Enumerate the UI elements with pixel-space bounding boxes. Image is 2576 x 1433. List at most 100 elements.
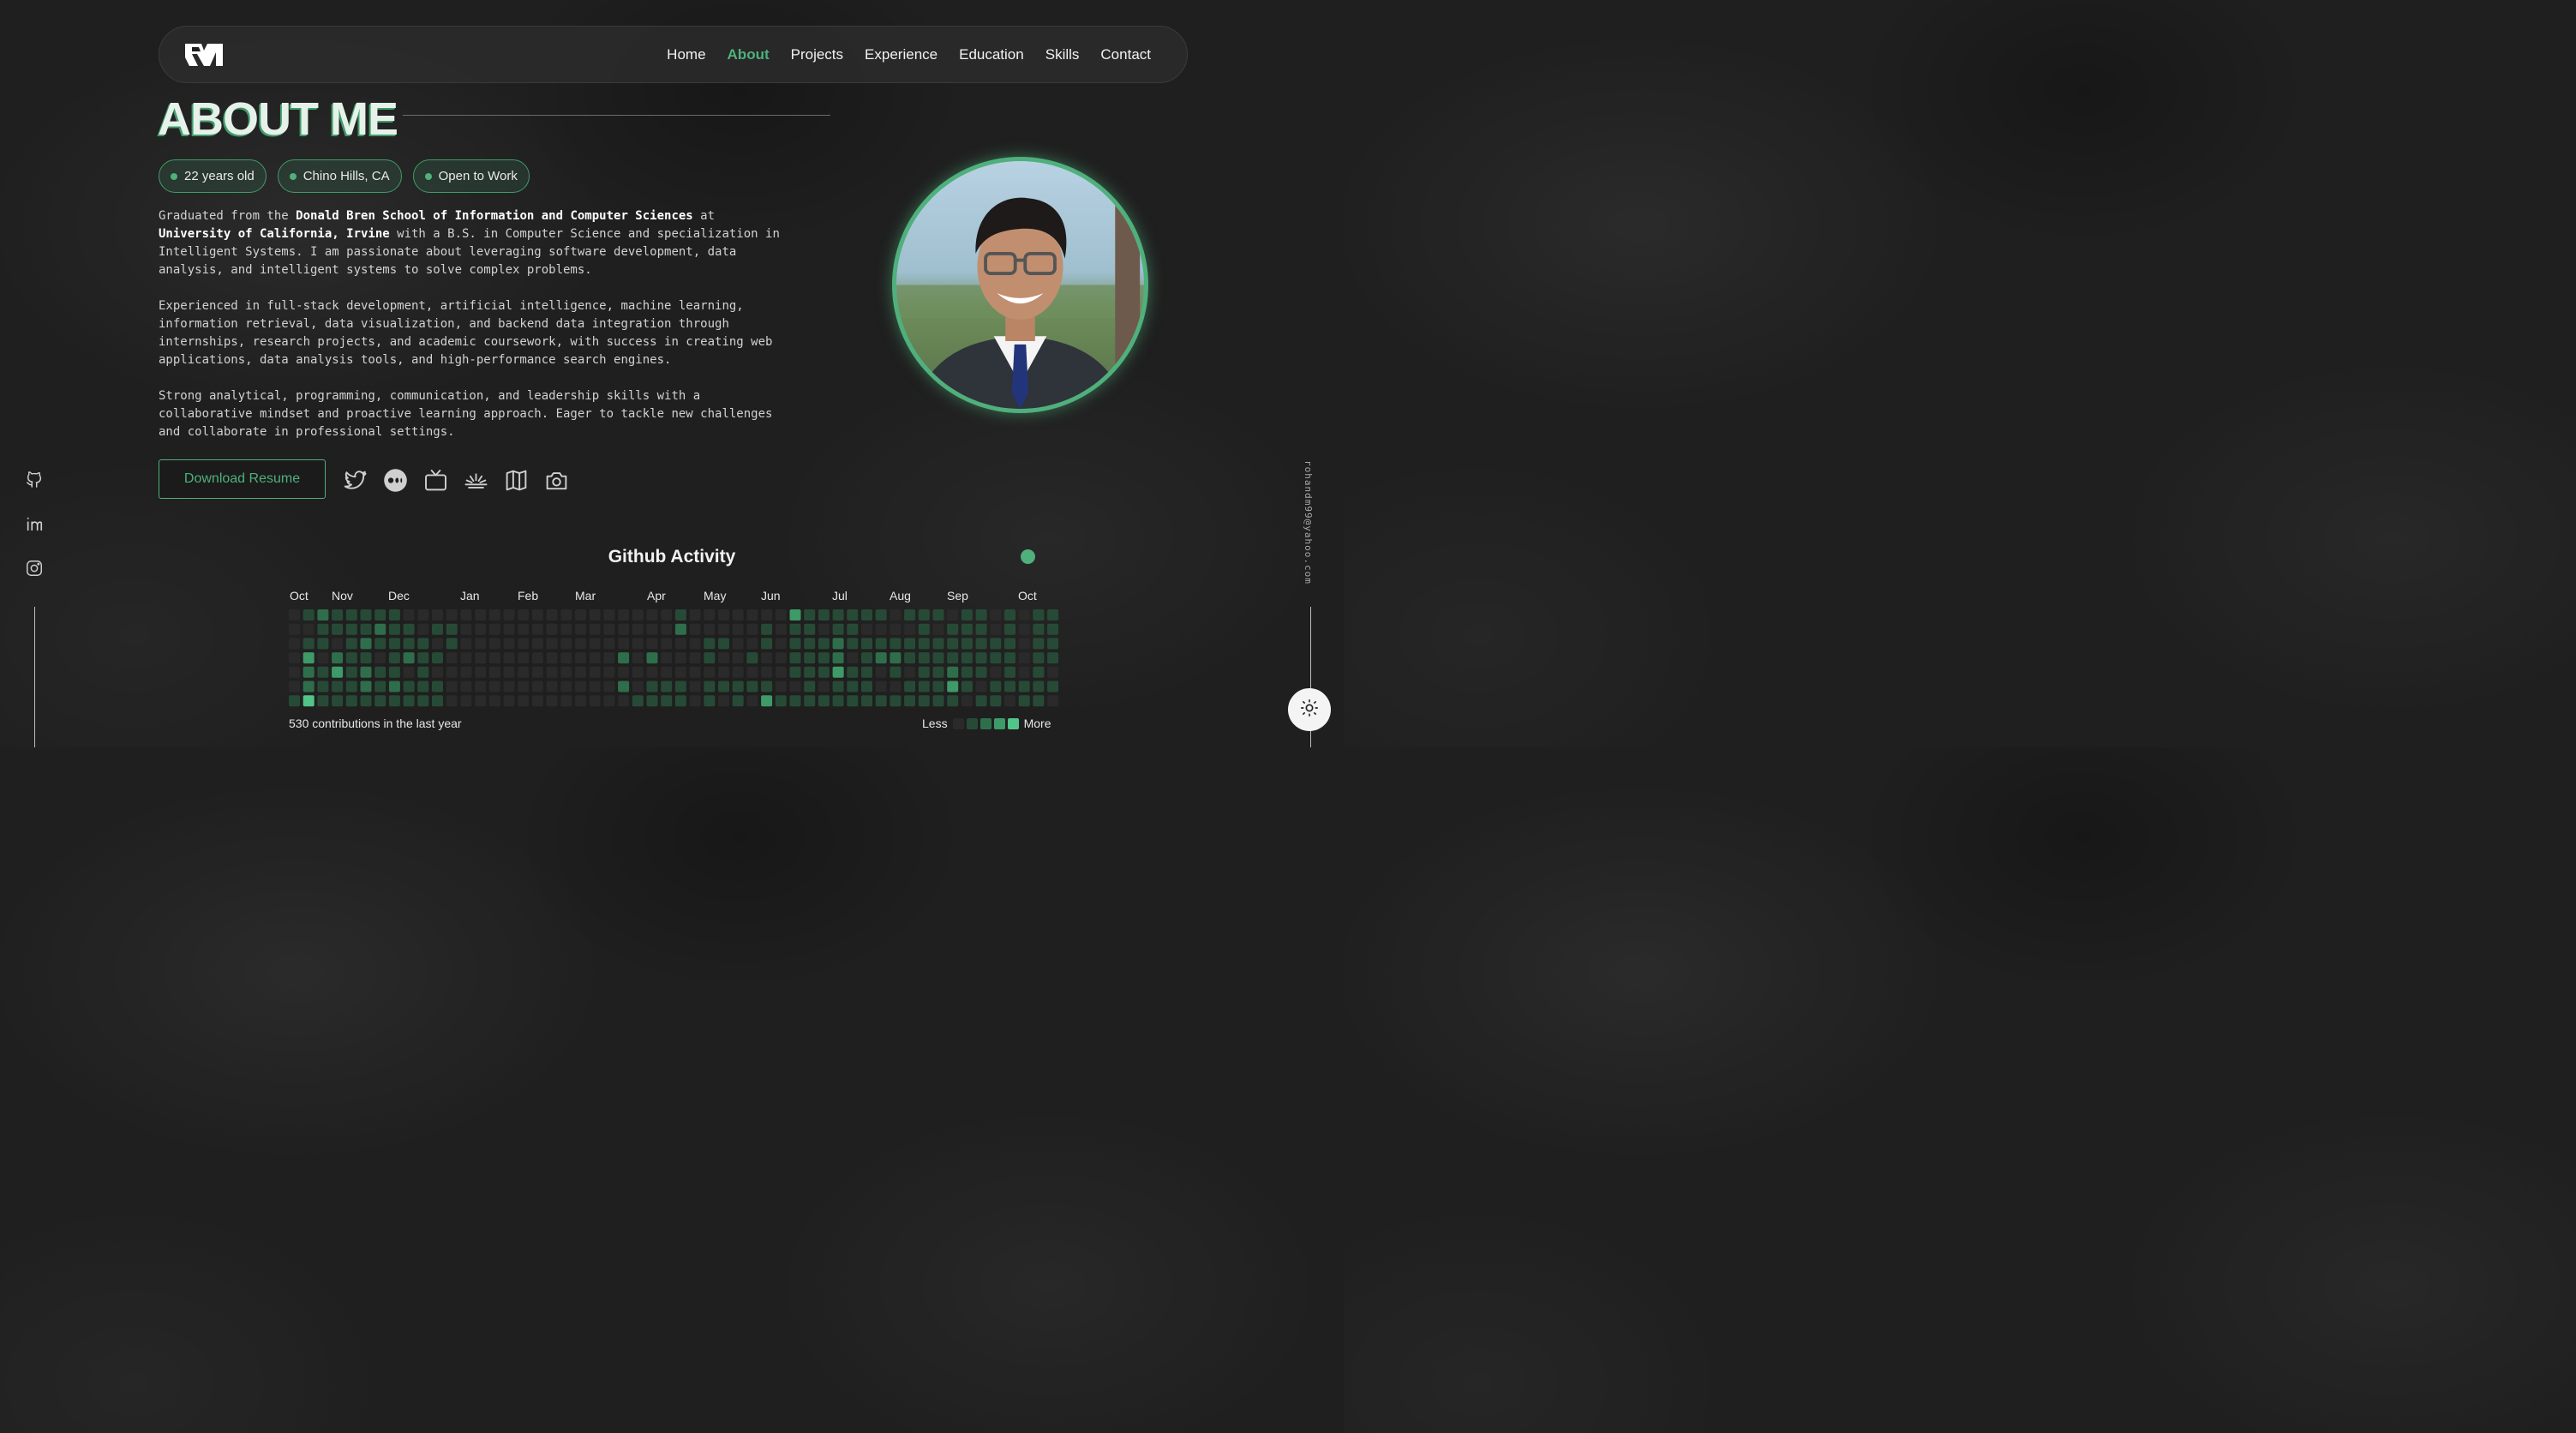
nav-experience[interactable]: Experience [865,46,938,63]
nav-education[interactable]: Education [959,46,1024,63]
rm-monogram-logo[interactable] [183,42,225,68]
contribution-cell [603,623,615,635]
linkedin-icon[interactable] [25,514,44,533]
contribution-cell [360,652,372,664]
contribution-cell [388,623,400,635]
twitter-icon[interactable] [343,468,368,493]
contribution-cell [789,638,801,650]
age-badge-label: 22 years old [184,169,255,183]
nav-skills[interactable]: Skills [1045,46,1080,63]
contribution-cell [875,652,887,664]
contribution-cell [875,666,887,678]
contribution-cell [918,609,930,621]
contribution-cell [746,638,758,650]
open-to-work-label: Open to Work [438,169,518,183]
contribution-cell [560,609,572,621]
contribution-cell [789,623,801,635]
contribution-total: 530 contributions in the last year [289,716,462,730]
map-icon[interactable] [504,468,529,493]
camera-icon[interactable] [544,468,569,493]
github-month-labels: Oct Nov Dec Jan Feb Mar Apr May Jun Jul … [0,589,1344,604]
contribution-cell [575,695,586,707]
contribution-cell [403,652,415,664]
download-resume-button[interactable]: Download Resume [159,459,326,499]
contribution-cell [861,666,872,678]
contribution-cell [317,652,329,664]
contribution-cell [1004,666,1015,678]
legend-less: Less [922,716,948,730]
contribution-cell [990,638,1002,650]
contribution-cell [918,681,930,693]
contribution-cell [689,681,701,693]
contribution-cell [718,695,729,707]
contribution-cell [560,681,572,693]
contribution-cell [589,638,601,650]
contribution-cell [990,652,1002,664]
contribution-cell [1033,666,1045,678]
medium-icon[interactable] [383,468,408,493]
contribution-cell [575,609,586,621]
contribution-cell [761,638,773,650]
contribution-cell [546,652,558,664]
contribution-cell [789,695,801,707]
contribution-cell [1018,638,1030,650]
contribution-cell [718,609,729,621]
contribution-cell [890,695,902,707]
contribution-cell [503,609,515,621]
nav-about[interactable]: About [728,46,770,63]
contribution-cell [1018,623,1030,635]
nav-home[interactable]: Home [667,46,705,63]
contribution-cell [875,695,887,707]
contribution-cell [332,695,344,707]
contribution-cell [303,638,315,650]
contribution-cell [1018,695,1030,707]
contribution-cell [832,652,844,664]
tv-icon[interactable] [423,468,448,493]
contribution-cell [446,652,458,664]
contribution-cell [818,638,830,650]
contribution-cell [360,666,372,678]
info-badges: 22 years old Chino Hills, CA Open to Wor… [159,159,530,193]
contribution-cell [345,695,357,707]
contribution-cell [1033,609,1045,621]
contribution-cell [432,609,443,621]
contribution-cell [345,623,357,635]
contribution-cell [303,623,315,635]
contribution-cell [360,623,372,635]
contribution-cell [890,638,902,650]
github-icon[interactable] [25,470,44,489]
contribution-cell [975,666,987,678]
contribution-cell [1033,652,1045,664]
contribution-cell [1004,638,1015,650]
contribution-cell [446,623,458,635]
contribution-cell [746,681,758,693]
contribution-cell [1047,666,1059,678]
contribution-cell [417,666,429,678]
contribution-cell [1033,695,1045,707]
contribution-cell [904,695,916,707]
contribution-cell [388,695,400,707]
contribution-cell [904,652,916,664]
contribution-cell [661,681,673,693]
contribution-cell [704,681,716,693]
nav-links: Home About Projects Experience Education… [667,46,1151,63]
contribution-cell [403,666,415,678]
contribution-cell [632,681,644,693]
contribution-cell [832,681,844,693]
contribution-cell [832,638,844,650]
legend-swatch [979,717,991,729]
contribution-cell [589,609,601,621]
contribution-cell [704,652,716,664]
nav-projects[interactable]: Projects [791,46,843,63]
theme-toggle-button[interactable] [1288,688,1331,731]
sunrise-icon[interactable] [464,468,488,493]
contribution-cell [503,638,515,650]
nav-contact[interactable]: Contact [1100,46,1151,63]
contribution-cell [531,681,543,693]
contribution-cell [718,681,729,693]
contribution-cell [518,666,530,678]
location-badge: Chino Hills, CA [277,159,402,193]
contribution-cell [332,652,344,664]
contribution-cell [918,623,930,635]
contribution-cell [531,623,543,635]
